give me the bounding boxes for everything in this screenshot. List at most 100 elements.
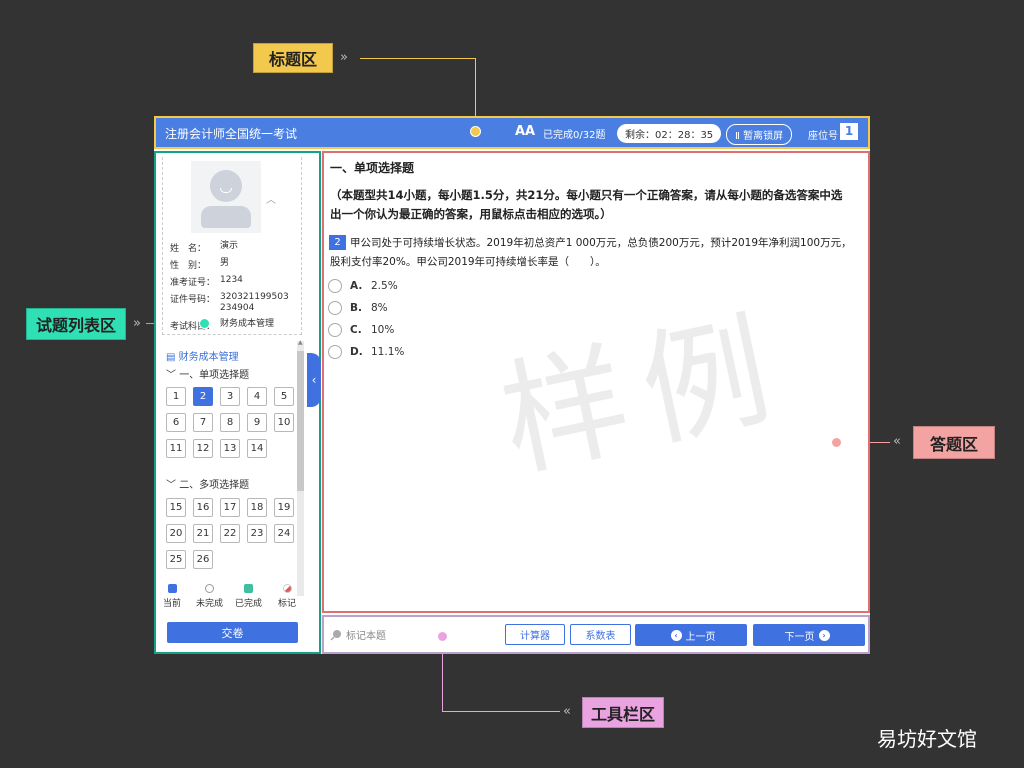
- toolbar-area-dot: [437, 631, 448, 642]
- info-value: 320321199503234904: [220, 292, 289, 313]
- candidate-profile: ︿ 姓 名： 演示 性 别： 男 准考证号： 1234 证件号码： 320321…: [162, 157, 302, 335]
- legend-swatch: [282, 584, 292, 593]
- subject-link[interactable]: ▤ 财务成本管理: [166, 348, 239, 363]
- question-button[interactable]: 26: [193, 550, 213, 569]
- legend-complete: 已完成: [235, 584, 262, 609]
- collapse-panel-button[interactable]: ‹: [307, 353, 321, 407]
- radio-button[interactable]: [328, 323, 342, 337]
- arrow-right-icon: ›: [818, 629, 830, 641]
- question-button[interactable]: 20: [166, 524, 186, 543]
- question-button[interactable]: 17: [220, 498, 240, 517]
- question-button[interactable]: 16: [193, 498, 213, 517]
- option-b[interactable]: B. 8%: [328, 301, 388, 315]
- candidate-ticket-row: 准考证号： 1234: [170, 275, 300, 288]
- toolbar-area-callout: 工具栏区: [582, 697, 664, 728]
- question-button[interactable]: 4: [247, 387, 267, 406]
- legend-label: 已完成: [235, 599, 263, 609]
- chevron-down-icon: ﹀: [166, 370, 180, 381]
- question-button[interactable]: 24: [274, 524, 294, 543]
- option-text: 2.5%: [371, 280, 398, 292]
- prev-page-button[interactable]: ‹ 上一页: [635, 624, 747, 646]
- next-page-button[interactable]: 下一页 ›: [753, 624, 865, 646]
- avatar-head: [210, 170, 242, 202]
- radio-button[interactable]: [328, 345, 342, 359]
- pin-icon: [330, 629, 341, 641]
- connector-line: [442, 711, 560, 712]
- chevron-right-icon: »: [133, 316, 141, 331]
- question-button[interactable]: 8: [220, 413, 240, 432]
- question-button[interactable]: 13: [220, 439, 240, 458]
- legend-swatch: [205, 584, 214, 593]
- question-list-scrollbar[interactable]: [297, 341, 304, 596]
- question-button[interactable]: 6: [166, 413, 186, 432]
- subject-label: 财务成本管理: [178, 352, 239, 363]
- chevron-left-icon: «: [893, 434, 901, 449]
- legend-incomplete: 未完成: [196, 584, 223, 609]
- coefficient-table-button[interactable]: 系数表: [570, 624, 631, 645]
- chevron-right-icon: »: [340, 50, 348, 65]
- question-button[interactable]: 11: [166, 439, 186, 458]
- option-a[interactable]: A. 2.5%: [328, 279, 398, 293]
- info-value: 财务成本管理: [220, 319, 275, 329]
- callout-label: 工具栏区: [590, 704, 655, 724]
- callout-label: 答题区: [929, 434, 978, 454]
- section-description: （本题型共14小题，每小题1.5分，共21分。每小题只有一个正确答案，请从每小题…: [330, 188, 843, 221]
- legend-label: 当前: [163, 599, 182, 609]
- scroll-up-icon[interactable]: ▲: [298, 339, 303, 346]
- question-button[interactable]: 3: [220, 387, 240, 406]
- section-title-multiple[interactable]: ﹀ 二、多项选择题: [166, 476, 249, 491]
- question-button[interactable]: 12: [193, 439, 213, 458]
- question-button[interactable]: 1: [166, 387, 186, 406]
- info-key: 准考证号：: [170, 278, 216, 288]
- timer: 剩余：02：28：35: [617, 124, 722, 143]
- question-button[interactable]: 21: [193, 524, 213, 543]
- question-button[interactable]: 7: [193, 413, 213, 432]
- question-button[interactable]: 19: [274, 498, 294, 517]
- title-bar: 注册会计师全国统一考试 AA 已完成0/32题 剩余：02：28：35 Ⅱ 暂离…: [154, 116, 870, 149]
- title-area-callout: 标题区: [253, 43, 333, 73]
- question-list-panel: ︿ 姓 名： 演示 性 别： 男 准考证号： 1234 证件号码： 320321…: [154, 151, 321, 654]
- info-value: 演示: [220, 241, 239, 251]
- question-button[interactable]: 14: [247, 439, 267, 458]
- radio-button[interactable]: [328, 301, 342, 315]
- option-letter: D.: [350, 346, 363, 358]
- question-button[interactable]: 2: [193, 387, 213, 406]
- font-size-icon[interactable]: AA: [515, 124, 535, 139]
- connector-line: [360, 58, 475, 59]
- question-button[interactable]: 9: [247, 413, 267, 432]
- mark-question-button[interactable]: 标记本题: [330, 627, 386, 642]
- submit-button[interactable]: 交卷: [167, 622, 298, 643]
- answer-area-callout: 答题区: [913, 426, 995, 459]
- seat-label: 座位号: [808, 131, 838, 142]
- radio-button[interactable]: [328, 279, 342, 293]
- question-grid-single: 1 2 3 4 5 6 7 8 9 10 11 12 13 14: [166, 387, 294, 458]
- chevron-down-icon: ﹀: [166, 480, 180, 491]
- section-title-single[interactable]: ﹀ 一、单项选择题: [166, 366, 249, 381]
- answer-area-dot: [831, 437, 842, 448]
- question-button[interactable]: 18: [247, 498, 267, 517]
- chevron-left-icon: ‹: [311, 373, 317, 387]
- candidate-name-row: 姓 名： 演示: [170, 241, 300, 254]
- question-button[interactable]: 25: [166, 550, 186, 569]
- question-button[interactable]: 15: [166, 498, 186, 517]
- scroll-thumb[interactable]: [297, 351, 304, 491]
- section-label: 二、多项选择题: [179, 480, 250, 491]
- avatar: [191, 161, 261, 233]
- question-button[interactable]: 23: [247, 524, 267, 543]
- info-key: 性 别：: [170, 261, 207, 271]
- pause-lock-button[interactable]: Ⅱ 暂离锁屏: [726, 124, 793, 145]
- question-list-dot: [199, 318, 210, 329]
- calculator-button[interactable]: 计算器: [505, 624, 565, 645]
- option-d[interactable]: D. 11.1%: [328, 345, 404, 359]
- chevron-up-icon[interactable]: ︿: [266, 191, 276, 206]
- question-list-area-callout: 试题列表区: [26, 308, 126, 340]
- question-button[interactable]: 10: [274, 413, 294, 432]
- section-label: 一、单项选择题: [179, 370, 250, 381]
- candidate-subject-row: 考试科目： 财务成本管理: [170, 319, 300, 332]
- option-letter: C.: [350, 324, 362, 336]
- watermark: 样例: [489, 294, 800, 496]
- question-button[interactable]: 22: [220, 524, 240, 543]
- option-c[interactable]: C. 10%: [328, 323, 394, 337]
- question-button[interactable]: 5: [274, 387, 294, 406]
- chevron-left-icon: «: [563, 704, 571, 719]
